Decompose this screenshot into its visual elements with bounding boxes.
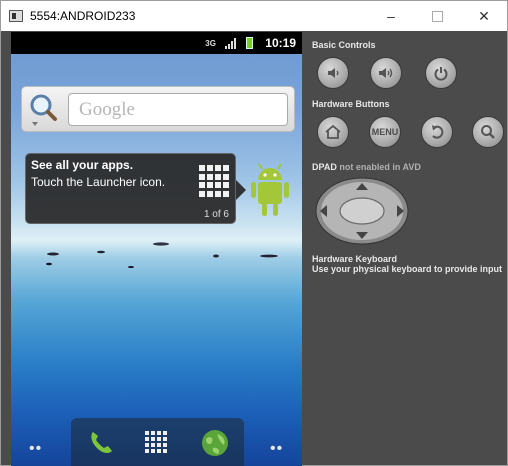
tooltip-arrow <box>236 180 246 200</box>
phone-icon[interactable] <box>87 428 115 456</box>
wallpaper-rocks <box>46 242 278 268</box>
power-button[interactable] <box>425 57 457 89</box>
menu-button[interactable]: MENU <box>369 116 401 148</box>
hardware-keyboard-title: Hardware Keyboard <box>312 254 398 264</box>
status-time: 10:19 <box>265 36 296 50</box>
hardware-buttons-label: Hardware Buttons <box>312 99 390 109</box>
dock-right-page-dots[interactable]: •• <box>270 440 283 458</box>
minimize-button[interactable]: – <box>368 1 414 31</box>
tooltip-body: Touch the Launcher icon. <box>31 175 166 189</box>
magnifier-icon[interactable] <box>28 93 58 127</box>
basic-controls-label: Basic Controls <box>312 40 376 50</box>
status-bar: 3G 10:19 <box>11 32 302 54</box>
dpad-control[interactable] <box>314 177 410 245</box>
volume-down-icon <box>328 68 339 78</box>
maximize-button[interactable] <box>414 1 460 31</box>
launcher-hint-tooltip: See all your apps. Touch the Launcher ic… <box>25 153 236 224</box>
browser-icon[interactable] <box>201 429 229 457</box>
back-icon <box>432 125 444 139</box>
launcher-grid-icon <box>199 165 231 197</box>
close-button[interactable]: ✕ <box>461 1 507 31</box>
volume-down-button[interactable] <box>317 57 349 89</box>
back-button[interactable] <box>421 116 453 148</box>
network-type-label: 3G <box>205 38 216 48</box>
google-search-widget[interactable]: Google <box>21 86 295 132</box>
emulator-window: 5554:ANDROID233 – ✕ 3G 10:19 Google See … <box>0 0 508 466</box>
home-icon <box>325 124 341 139</box>
tooltip-title: See all your apps. <box>31 158 134 172</box>
signal-icon <box>225 37 237 49</box>
search-input[interactable]: Google <box>68 93 288 126</box>
home-button[interactable] <box>317 116 349 148</box>
search-icon <box>481 125 495 139</box>
home-dock <box>71 418 244 466</box>
power-icon <box>434 67 448 81</box>
maximize-icon <box>431 10 443 22</box>
dock-left-page-dots[interactable]: •• <box>29 440 42 458</box>
window-title: 5554:ANDROID233 <box>30 9 136 23</box>
title-bar: 5554:ANDROID233 – ✕ <box>1 1 507 31</box>
hardware-keyboard-hint: Use your physical keyboard to provide in… <box>312 264 503 274</box>
app-icon <box>9 10 23 22</box>
search-button[interactable] <box>472 116 504 148</box>
menu-button-label: MENU <box>371 127 399 137</box>
volume-up-button[interactable] <box>370 57 402 89</box>
volume-up-icon <box>379 68 393 78</box>
app-drawer-icon[interactable] <box>145 431 169 455</box>
device-screen[interactable]: 3G 10:19 Google See all your apps. Touch… <box>11 32 302 466</box>
dpad-status-label: DPAD not enabled in AVD <box>312 162 421 172</box>
tooltip-page-indicator: 1 of 6 <box>203 209 229 220</box>
battery-icon <box>246 37 254 49</box>
android-robot-icon <box>251 163 289 216</box>
